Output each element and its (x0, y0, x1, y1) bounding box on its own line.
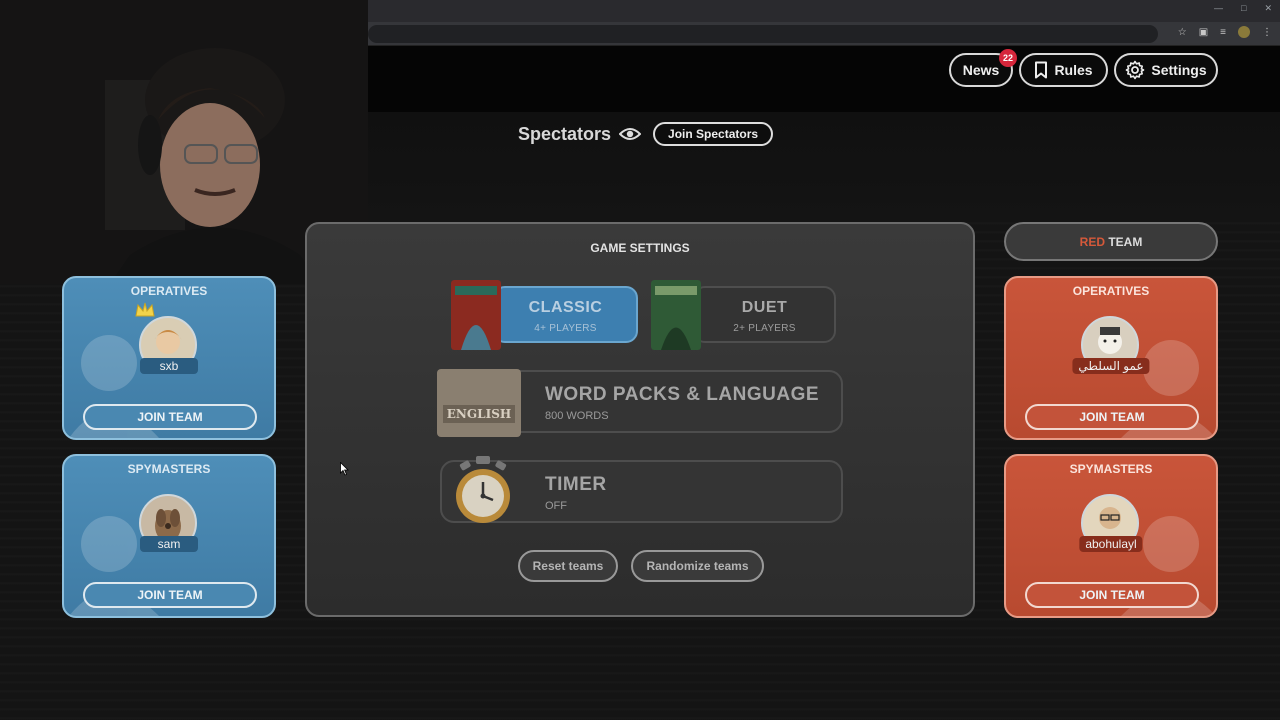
blue-operatives-panel: OPERATIVES sxb JOIN TEAM (62, 276, 276, 440)
red-team-word: RED (1079, 234, 1105, 249)
language-tag: ENGLISH (437, 369, 521, 437)
word-packs-card[interactable]: ENGLISH WORD PACKS & LANGUAGE 800 WORDS (437, 369, 843, 437)
browser-toolbar-icons: ☆ ▣ ≡ ⋮ (1178, 26, 1272, 38)
join-red-operatives-button[interactable]: JOIN TEAM (1025, 404, 1199, 430)
mode-label: CLASSIC (528, 299, 603, 316)
settings-label: Settings (1151, 62, 1207, 78)
timer-title: TIMER (545, 474, 607, 495)
game-settings-title: GAME SETTINGS (590, 241, 690, 255)
minimize-icon[interactable]: — (1214, 3, 1223, 14)
join-blue-operatives-button[interactable]: JOIN TEAM (83, 404, 257, 430)
gear-icon (1125, 60, 1145, 80)
player-name: sam (140, 536, 198, 552)
spectators-title: Spectators (518, 123, 612, 144)
stopwatch-icon (452, 456, 514, 533)
codenames-box-icon (451, 280, 501, 350)
close-window-icon[interactable]: ✕ (1264, 3, 1272, 14)
mode-duet-card[interactable]: DUET 2+ PLAYERS (651, 280, 836, 350)
word-count: 800 WORDS (545, 410, 609, 422)
player-name: sxb (140, 358, 198, 374)
join-spectators-button[interactable]: Join Spectators (653, 122, 774, 146)
news-count-badge: 22 (999, 49, 1017, 67)
reset-teams-button[interactable]: Reset teams (518, 550, 618, 582)
player-name: abohulayl (1079, 536, 1143, 552)
mode-players: 4+ PLAYERS (534, 323, 597, 334)
media-icon[interactable]: ≡ (1220, 27, 1226, 38)
crown-icon (135, 302, 155, 323)
extensions-icon[interactable]: ▣ (1199, 27, 1208, 38)
blue-spymasters-panel: SPYMASTERS sam JOIN TEAM (62, 454, 276, 618)
word-packs-title: WORD PACKS & LANGUAGE (545, 384, 820, 405)
bookmark-icon (1034, 61, 1048, 79)
timer-card[interactable]: TIMER OFF (440, 456, 843, 523)
red-operatives-panel: OPERATIVES عمو السلطي JOIN TEAM (1004, 276, 1218, 440)
player-name: عمو السلطي (1072, 358, 1150, 374)
bookmark-star-icon[interactable]: ☆ (1178, 27, 1187, 38)
join-blue-spymasters-button[interactable]: JOIN TEAM (83, 582, 257, 608)
codenames-duet-box-icon (651, 280, 701, 350)
mode-label: DUET (741, 299, 788, 316)
mouse-cursor-icon (340, 461, 349, 481)
mode-players: 2+ PLAYERS (733, 323, 796, 334)
settings-button[interactable]: Settings (1114, 53, 1218, 87)
language-tag-label: ENGLISH (442, 405, 516, 423)
red-team-label: TEAM (1108, 234, 1143, 249)
news-label: News (962, 62, 1000, 78)
operatives-title: OPERATIVES (130, 284, 208, 298)
spectators-bar: Spectators Join Spectators (518, 122, 774, 146)
red-spymasters-panel: SPYMASTERS abohulayl JOIN TEAM (1004, 454, 1218, 618)
spymasters-title: SPYMASTERS (1069, 462, 1153, 476)
rules-label: Rules (1054, 62, 1093, 78)
red-team-header: RED TEAM (1004, 222, 1218, 261)
rules-button[interactable]: Rules (1019, 53, 1108, 87)
address-field[interactable] (368, 25, 1158, 43)
news-button[interactable]: News 22 (949, 49, 1017, 87)
timer-value: OFF (545, 500, 567, 512)
profile-avatar-icon[interactable] (1238, 26, 1250, 38)
maximize-icon[interactable]: □ (1241, 3, 1246, 14)
operatives-title: OPERATIVES (1072, 284, 1150, 298)
game-settings-panel: GAME SETTINGS CLASSIC 4+ PLAYERS DUET 2+… (305, 222, 975, 617)
window-controls: — □ ✕ (1214, 3, 1272, 14)
randomize-teams-button[interactable]: Randomize teams (631, 550, 764, 582)
browser-menu-icon[interactable]: ⋮ (1262, 27, 1272, 38)
join-red-spymasters-button[interactable]: JOIN TEAM (1025, 582, 1199, 608)
eye-icon (619, 126, 642, 142)
mode-classic-card[interactable]: CLASSIC 4+ PLAYERS (451, 280, 638, 350)
spymasters-title: SPYMASTERS (127, 462, 211, 476)
